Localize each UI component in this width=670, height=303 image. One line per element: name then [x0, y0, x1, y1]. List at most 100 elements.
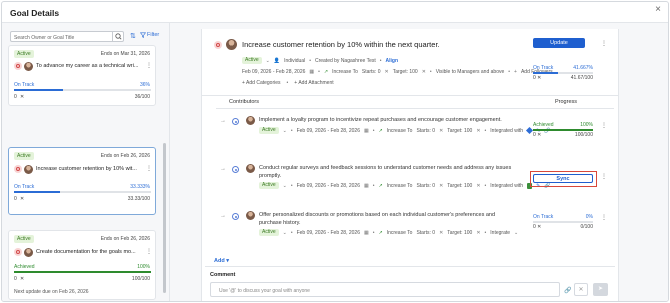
more-options-icon[interactable]: ⋮: [601, 40, 607, 47]
contributor-progress: On Track 0% 0 ✕ 0/100: [533, 214, 593, 230]
goal-details-modal: Goal Details × Search Owner or Goal Titl…: [1, 1, 669, 302]
clear-icon[interactable]: ✕: [537, 224, 541, 230]
calendar-icon[interactable]: ▦: [309, 69, 314, 75]
update-button[interactable]: Update: [533, 38, 585, 48]
search-placeholder: Search Owner or Goal Title: [14, 34, 75, 41]
add-icon: +: [514, 69, 517, 75]
progress-start: 0: [533, 75, 536, 81]
visibility: Visible to Managers and above: [435, 69, 505, 75]
chevron-down-icon[interactable]: ⌄: [283, 128, 287, 134]
goal-card[interactable]: Active Ends on Feb 26, 2026 Create docum…: [8, 230, 156, 300]
status-badge: Active: [259, 229, 279, 236]
search-input[interactable]: Search Owner or Goal Title: [10, 31, 124, 42]
more-options-icon[interactable]: ⋮: [601, 173, 607, 180]
divider: [202, 95, 618, 96]
status-badge: Active: [242, 57, 262, 64]
progress-percent: 41.667%: [573, 65, 593, 71]
contributor-row[interactable]: → Implement a loyalty program to incenti…: [202, 116, 620, 156]
more-options-icon[interactable]: ⋮: [601, 122, 607, 129]
clear-icon[interactable]: ✕: [476, 128, 480, 134]
end-date: Ends on Feb 26, 2026: [100, 236, 150, 242]
clear-icon[interactable]: ✕: [20, 94, 24, 100]
integration-label: Integrated with: [490, 182, 524, 189]
starts-value: Starts: 0: [416, 182, 436, 189]
send-comment-button[interactable]: ➤: [593, 283, 608, 296]
more-options-icon[interactable]: ⋮: [146, 62, 152, 69]
progress-start: 0: [533, 224, 536, 230]
progress-start: 0: [14, 94, 17, 100]
more-options-icon[interactable]: ⋮: [601, 214, 607, 221]
chevron-down-icon[interactable]: ⌄: [514, 230, 518, 236]
close-icon[interactable]: ×: [655, 5, 661, 15]
trend-up-icon: ↗: [378, 182, 383, 189]
status-badge: Active: [259, 182, 279, 189]
avatar: [246, 164, 255, 173]
more-options-icon[interactable]: ⋮: [146, 165, 152, 172]
sort-icon[interactable]: ⇅: [130, 32, 136, 40]
clear-icon[interactable]: ✕: [439, 230, 443, 236]
goal-card[interactable]: Active Ends on Mar 31, 2026 To advance m…: [8, 45, 156, 106]
person-icon: 👤: [273, 57, 281, 64]
align-link[interactable]: Align: [386, 58, 399, 64]
clear-icon[interactable]: ✕: [476, 230, 480, 236]
comment-placeholder: Use '@' to discuss your goal with anyone: [219, 287, 310, 294]
calendar-icon[interactable]: ▦: [364, 230, 369, 236]
calendar-icon[interactable]: ▦: [364, 183, 369, 189]
add-categories-link[interactable]: + Add Categories: [242, 80, 281, 86]
clear-icon[interactable]: ✕: [20, 276, 24, 282]
clear-icon[interactable]: ✕: [537, 132, 541, 138]
contributor-row[interactable]: → Offer personalized discounts or promot…: [202, 211, 620, 251]
contributor-meta: Active ⌄ • Feb 09, 2026 - Feb 28, 2026 ▦…: [259, 182, 551, 189]
clear-icon[interactable]: ✕: [20, 196, 24, 202]
progress-value: 41.67/100: [570, 75, 593, 81]
filter-button[interactable]: Filter: [140, 32, 159, 38]
sync-button[interactable]: Sync: [533, 174, 593, 183]
search-icon[interactable]: [112, 32, 123, 41]
goal-card-selected[interactable]: Active Ends on Feb 26, 2026 Increase cus…: [8, 147, 156, 215]
contributor-title: Conduct regular surveys and feedback ses…: [259, 165, 512, 179]
chevron-down-icon[interactable]: ⌄: [266, 58, 270, 64]
caret-down-icon: ▾: [226, 258, 229, 264]
dot-separator: •: [372, 182, 375, 189]
attachment-icon[interactable]: 🔗: [564, 287, 571, 294]
goal-list-sidebar: Search Owner or Goal Title ⇅ Filter Acti…: [2, 23, 170, 301]
metric-type: Increase To: [386, 229, 413, 236]
cancel-comment-button[interactable]: ✕: [574, 283, 588, 296]
clear-icon[interactable]: ✕: [439, 128, 443, 134]
avatar: [226, 39, 237, 50]
status-badge: Active: [14, 50, 34, 58]
clear-icon[interactable]: ✕: [422, 69, 426, 75]
date-range: Feb 09, 2026 - Feb 28, 2026: [296, 127, 360, 134]
calendar-icon[interactable]: ▦: [364, 128, 369, 134]
chevron-down-icon[interactable]: ⌄: [283, 183, 287, 189]
metric-type: Increase To: [332, 69, 358, 75]
progress-status: On Track: [14, 82, 35, 88]
progress-bar: [533, 129, 593, 131]
progress-start: 0: [14, 196, 17, 202]
comment-input[interactable]: Use '@' to discuss your goal with anyone: [210, 282, 560, 297]
target-value: Target: 100: [447, 229, 473, 236]
sidebar-scrollbar[interactable]: [163, 143, 166, 293]
clear-icon[interactable]: ✕: [384, 69, 388, 75]
goal-type-icon: [14, 62, 22, 70]
contributor-title: Implement a loyalty program to incentivi…: [259, 117, 502, 123]
dot-separator: •: [484, 127, 487, 134]
contributor-progress: Achieved 100% 0 ✕ 100/100: [533, 122, 593, 138]
progress-bar: [14, 271, 151, 273]
more-options-icon[interactable]: ⋮: [146, 248, 152, 255]
next-update-note: Next update due on Feb 26, 2026: [14, 289, 89, 295]
dot-separator: •: [379, 57, 382, 64]
chevron-down-icon[interactable]: ⌄: [283, 230, 287, 236]
goal-type-icon: [14, 165, 22, 173]
integrate-link[interactable]: Integrate: [490, 230, 510, 236]
avatar: [24, 164, 33, 174]
clear-icon[interactable]: ✕: [439, 183, 443, 189]
dot-separator: •: [309, 57, 311, 64]
metric-type: Increase To: [386, 127, 413, 134]
add-attachment-link[interactable]: + Add Attachment: [294, 80, 333, 86]
goal-title: Increase customer retention by 10% withi…: [242, 40, 440, 49]
clear-icon[interactable]: ✕: [537, 75, 541, 81]
clear-icon[interactable]: ✕: [476, 183, 480, 189]
goal-meta-row: Active ⌄ 👤 Individual • Created by Nagas…: [242, 57, 398, 64]
add-contributor-button[interactable]: Add ▾: [214, 258, 229, 264]
